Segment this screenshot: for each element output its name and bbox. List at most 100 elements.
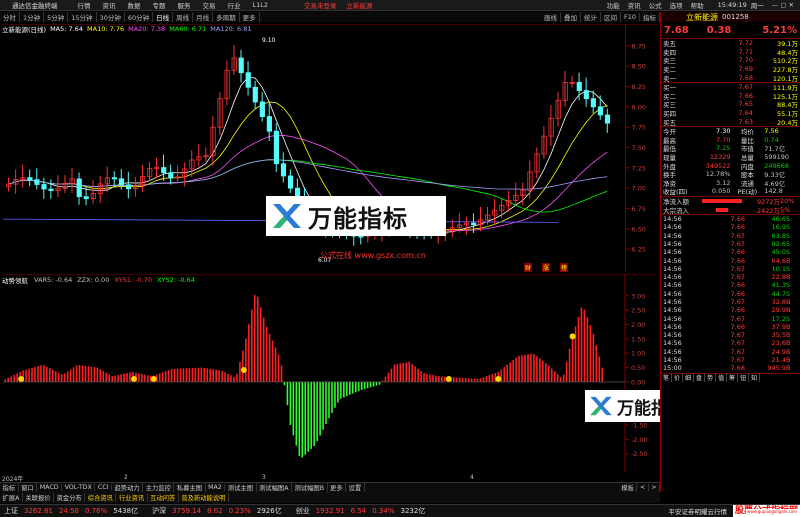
quote-footer-tab-4[interactable]: 势 (705, 372, 717, 382)
stat-value: 12.78% (705, 170, 731, 179)
ext-tab-4[interactable]: 行业资讯 (116, 493, 148, 502)
marker-finance[interactable]: 财 (524, 263, 533, 272)
tick-row: 14:56 7.66 45.0 S (661, 248, 800, 256)
tick-volume: 16.9 (771, 223, 786, 232)
period-tab-10[interactable]: 更多 (240, 12, 260, 22)
right-menu-0[interactable]: 功能 (607, 0, 620, 10)
period-tab-9[interactable]: 多周期 (213, 12, 240, 22)
right-menu-4[interactable]: 帮助 (691, 0, 704, 10)
quote-footer-tab-8[interactable]: 知 (749, 372, 761, 382)
indicator-tab-13[interactable]: 设置 (346, 483, 365, 492)
trade-stock[interactable]: 立新能源 (347, 0, 373, 10)
period-tab-6[interactable]: 日线 (153, 12, 174, 22)
stat-value: 71.7亿 (764, 145, 786, 154)
ext-tab-2[interactable]: 资金分布 (54, 493, 86, 502)
tool-button-2[interactable]: 统计 (581, 12, 601, 22)
period-tab-3[interactable]: 15分钟 (68, 12, 97, 22)
period-tab-5[interactable]: 60分钟 (125, 12, 154, 22)
indicator-tab-0[interactable]: 指标 (0, 483, 19, 492)
menu-1[interactable]: 资讯 (103, 0, 116, 10)
trade-status[interactable]: 交易未登录 (304, 0, 337, 10)
indicator-tab-2[interactable]: MACD (37, 484, 63, 491)
period-tab-7[interactable]: 周线 (173, 12, 194, 22)
book-label: 卖一 (663, 74, 676, 83)
period-tab-1[interactable]: 1分钟 (20, 12, 45, 22)
indicator-tab-10[interactable]: 测试幅图A (257, 483, 292, 492)
marker-rank[interactable]: 榜 (560, 263, 569, 272)
tool-button-5[interactable]: 指标 (640, 12, 660, 22)
tick-price: 7.66 (730, 289, 745, 298)
y-tick-label: 6.75 (632, 205, 646, 213)
tick-time: 14:56 (663, 331, 682, 340)
index-2[interactable]: 创业 1932.91 6.54 0.34% 3232亿 (296, 506, 432, 516)
ext-tab-1[interactable]: 关联报价 (23, 493, 55, 502)
quote-stock-code: 001258 (722, 13, 749, 21)
period-tab-8[interactable]: 月线 (193, 12, 214, 22)
quote-footer-tab-7[interactable]: 钮 (738, 372, 750, 382)
index-1[interactable]: 沪深 3759.14 8.62 0.23% 2926亿 (152, 506, 288, 516)
indicator-tab-9[interactable]: 测试主图 (225, 483, 257, 492)
tick-time: 14:56 (663, 356, 682, 365)
quote-footer-tab-0[interactable]: 笔 (661, 372, 673, 382)
tool-button-3[interactable]: 区间 (601, 12, 621, 22)
osc-name: ZZX (77, 276, 91, 284)
period-tab-4[interactable]: 30分钟 (97, 12, 125, 22)
ext-tab-5[interactable]: 互动问答 (148, 493, 179, 502)
indicator-tab-7[interactable]: 私募主图 (174, 483, 206, 492)
ext-tab-3[interactable]: 综合资讯 (85, 493, 117, 502)
template-button-1[interactable]: < (637, 484, 649, 491)
menu-7[interactable]: L1L2 (253, 1, 269, 9)
indicator-tab-5[interactable]: 趋势动力 (112, 483, 144, 492)
tool-button-4[interactable]: F10 (621, 13, 640, 21)
tick-volume: 32.8 (771, 297, 786, 306)
indicator-tab-4[interactable]: CCI (95, 484, 112, 491)
menu-4[interactable]: 服务 (178, 0, 191, 10)
indicator-tab-1[interactable]: 窗口 (19, 483, 38, 492)
tool-button-0[interactable]: 画线 (541, 12, 561, 22)
tool-button-1[interactable]: 叠加 (561, 12, 581, 22)
index-0[interactable]: 上证 3262.81 24.58 0.76% 5438亿 (4, 506, 144, 516)
right-menu-1[interactable]: 资讯 (628, 0, 641, 10)
menu-5[interactable]: 交易 (203, 0, 216, 10)
quote-footer-tab-6[interactable]: 筹 (727, 372, 739, 382)
signal-smiley-icon (131, 375, 137, 382)
event-markers[interactable]: 财 涨 榜 (524, 263, 569, 272)
osc-tick-label: -2.00 (631, 436, 648, 444)
template-button-0[interactable]: 模板 (619, 483, 638, 492)
marker-rise[interactable]: 涨 (542, 263, 551, 272)
tick-row: 14:56 7.66 41.3 S (661, 281, 800, 289)
tick-volume: 63.8 (771, 231, 786, 240)
tick-volume: 92.6 (771, 239, 786, 248)
indicator-tab-8[interactable]: MA2 (206, 484, 226, 491)
quote-footer-tab-3[interactable]: 盘 (694, 372, 706, 382)
quote-panel: 立新能源 001258 7.68 0.38 5.21% 卖五 7.72 39.1万卖… (660, 12, 800, 492)
stat-value: 4.69亿 (764, 179, 786, 188)
menu-0[interactable]: 行情 (78, 0, 91, 10)
window-controls[interactable]: — ▢ ✕ (772, 1, 794, 9)
right-menu-3[interactable]: 选项 (670, 0, 683, 10)
indicator-tab-6[interactable]: 主力监控 (143, 483, 175, 492)
osc-legend-0: VAR5: -0.64 (34, 276, 72, 284)
ext-tab-6[interactable]: 普及新动能说明 (179, 493, 229, 502)
period-tab-2[interactable]: 5分钟 (44, 12, 69, 22)
menu-3[interactable]: 专题 (153, 0, 166, 10)
tick-time: 14:56 (663, 322, 682, 331)
oscillator-chart[interactable]: 3.002.502.001.501.000.500.00-0.50-1.00-1… (0, 274, 660, 472)
right-menu-2[interactable]: 公式 (649, 0, 662, 10)
quote-footer-tab-5[interactable]: 值 (716, 372, 728, 382)
signal-smiley-icon (18, 375, 25, 382)
period-tab-0[interactable]: 分时 (0, 12, 20, 22)
menu-6[interactable]: 行业 (228, 0, 241, 10)
indicator-tab-11[interactable]: 测试幅图B (292, 483, 328, 492)
ma-legend-0: MA5: 7.64 (50, 25, 83, 33)
indicator-tab-3[interactable]: VOL-TDX (62, 484, 96, 491)
quote-footer-tab-2[interactable]: 细 (683, 372, 695, 382)
template-button-2[interactable]: > (649, 484, 660, 491)
tick-volume: 41.3 (771, 281, 786, 290)
server-status: 平安证券明耀云行情 (668, 508, 727, 516)
stat-row: 收益(四) 0.050 PE(动) 142.8 (661, 187, 800, 196)
menu-2[interactable]: 数据 (128, 0, 141, 10)
indicator-tab-12[interactable]: 更多 (328, 483, 347, 492)
ext-tab-0[interactable]: 扩展A (0, 493, 23, 502)
quote-footer-tab-1[interactable]: 价 (672, 372, 684, 382)
